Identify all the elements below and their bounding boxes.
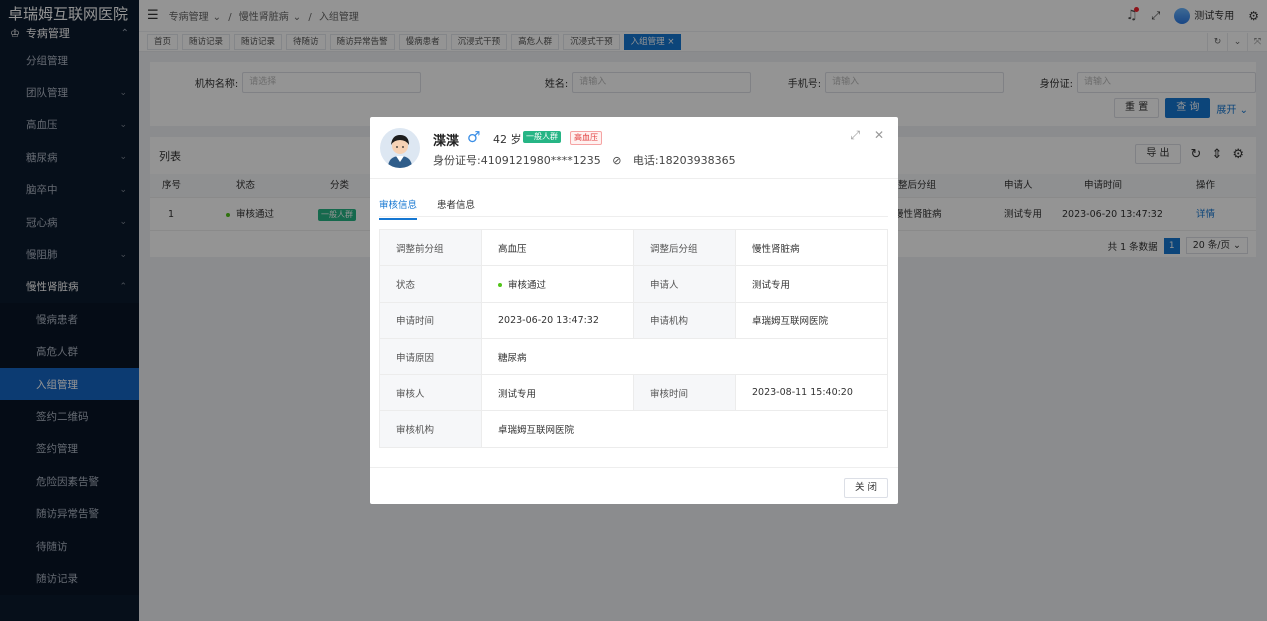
modal-footer: 关 闭 — [370, 467, 898, 504]
detail-key: 申请原因 — [379, 337, 482, 376]
detail-key: 申请人 — [633, 265, 736, 303]
maximize-icon[interactable]: ⤢ — [850, 128, 860, 143]
detail-key: 审核机构 — [379, 410, 482, 448]
detail-value: 卓瑞姆互联网医院 — [735, 301, 888, 339]
detail-row: 调整前分组 高血压 调整后分组 慢性肾脏病 — [379, 228, 888, 267]
doctor-avatar-icon — [380, 128, 420, 168]
status-text: 审核通过 — [508, 279, 547, 291]
patient-avatar — [380, 128, 420, 168]
detail-key: 审核时间 — [633, 374, 736, 412]
group-tag: 一般人群 — [523, 131, 561, 143]
detail-row: 审核机构 卓瑞姆互联网医院 — [379, 410, 888, 448]
detail-key: 状态 — [379, 265, 482, 303]
patient-name: 渫渫 — [433, 134, 460, 149]
close-button[interactable]: 关 闭 — [843, 478, 888, 498]
detail-value: 高血压 — [481, 228, 634, 267]
detail-row: 申请原因 糖尿病 — [379, 337, 888, 376]
id-value: 4109121980****1235 — [480, 154, 601, 167]
detail-value: 审核通过 — [481, 265, 634, 303]
detail-key: 调整前分组 — [379, 228, 482, 267]
detail-key: 申请机构 — [633, 301, 736, 339]
detail-value: 2023-06-20 13:47:32 — [481, 301, 634, 339]
detail-key: 审核人 — [379, 374, 482, 412]
review-detail-table: 调整前分组 高血压 调整后分组 慢性肾脏病 状态 审核通过 申请人 测试专用 申… — [379, 228, 888, 448]
male-icon: ♂ — [467, 128, 481, 146]
tab-divider — [379, 216, 888, 217]
detail-value: 糖尿病 — [481, 337, 888, 376]
modal-header: 渫渫 ♂ 42 岁 一般人群 高血压 身份证号:4109121980****12… — [370, 117, 898, 179]
id-label: 身份证号: — [433, 154, 481, 167]
patient-age: 42 岁 — [493, 133, 522, 146]
status-dot — [498, 283, 502, 288]
detail-value: 2023-08-11 15:40:20 — [735, 374, 888, 412]
detail-value: 慢性肾脏病 — [735, 228, 888, 267]
phone-value: 18203938365 — [658, 154, 736, 167]
detail-value: 测试专用 — [481, 374, 634, 412]
patient-info: 身份证号:4109121980****1235 ⊘ 电话:18203938365 — [433, 152, 736, 168]
eye-off-icon[interactable]: ⊘ — [612, 154, 621, 167]
modal-controls: ⤢ ✕ — [850, 128, 884, 143]
detail-modal: 渫渫 ♂ 42 岁 一般人群 高血压 身份证号:4109121980****12… — [370, 117, 898, 504]
close-icon[interactable]: ✕ — [874, 128, 884, 143]
detail-row: 状态 审核通过 申请人 测试专用 — [379, 265, 888, 303]
disease-tag: 高血压 — [570, 131, 602, 145]
detail-key: 调整后分组 — [633, 228, 736, 267]
detail-row: 申请时间 2023-06-20 13:47:32 申请机构 卓瑞姆互联网医院 — [379, 301, 888, 339]
detail-key: 申请时间 — [379, 301, 482, 339]
detail-value: 卓瑞姆互联网医院 — [481, 410, 888, 448]
detail-value: 测试专用 — [735, 265, 888, 303]
phone-label: 电话: — [632, 154, 659, 167]
detail-row: 审核人 测试专用 审核时间 2023-08-11 15:40:20 — [379, 374, 888, 412]
